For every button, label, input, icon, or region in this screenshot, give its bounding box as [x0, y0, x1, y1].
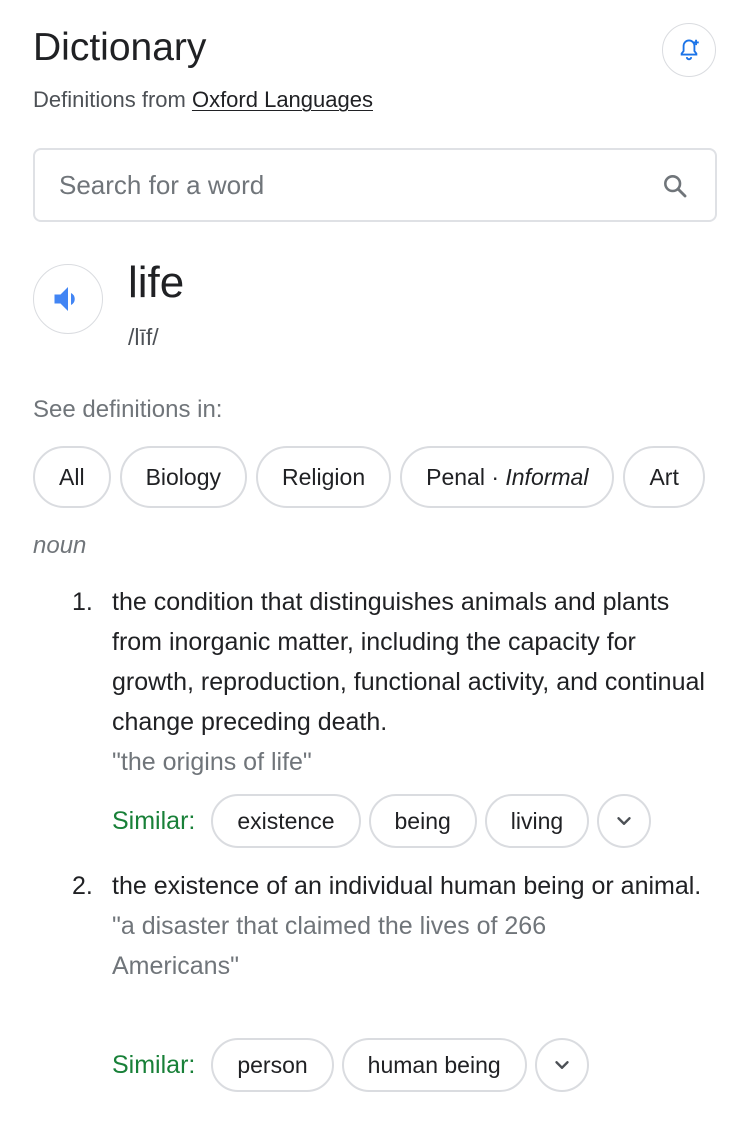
chip-label-register: Informal [505, 463, 589, 490]
definition-text: the condition that distinguishes animals… [112, 588, 705, 736]
synonym-chip[interactable]: existence [211, 794, 361, 848]
sense-number: 1. [72, 588, 93, 616]
sense-number: 2. [72, 872, 93, 900]
phonetic-spelling: /līf/ [128, 324, 159, 350]
similar-row-1: Similar: existence being living [112, 794, 652, 848]
similar-label: Similar: [112, 806, 196, 835]
sense-text: the condition that distinguishes animals… [112, 582, 712, 782]
chip-art[interactable]: Art [623, 446, 705, 508]
subtitle-prefix: Definitions from [33, 87, 192, 112]
dictionary-title: Dictionary [33, 26, 207, 69]
synonym-chip[interactable]: living [484, 794, 590, 848]
dictionary-subtitle: Definitions from Oxford Languages [33, 86, 373, 114]
definition-filter-chips: All Biology Religion Penal · Informal Ar… [33, 446, 705, 508]
expand-synonyms-button[interactable] [597, 794, 652, 848]
headword: life [128, 258, 185, 307]
chip-label: Penal · [426, 463, 506, 490]
example-text: "the origins of life" [112, 748, 312, 776]
chip-label: Religion [282, 463, 366, 490]
similar-label: Similar: [112, 1050, 196, 1079]
part-of-speech: noun [33, 532, 87, 559]
synonym-chip[interactable]: human being [341, 1038, 527, 1092]
chip-penal-informal[interactable]: Penal · Informal [400, 446, 615, 508]
search-icon[interactable] [661, 172, 689, 200]
chip-biology[interactable]: Biology [119, 446, 247, 508]
chevron-down-icon [617, 817, 631, 825]
similar-row-2: Similar: person human being [112, 1038, 589, 1092]
pronunciation-audio-button[interactable] [33, 264, 103, 334]
search-input[interactable] [59, 150, 639, 220]
synonym-chip[interactable]: person [211, 1038, 334, 1092]
search-box[interactable] [33, 148, 717, 222]
create-alert-button[interactable] [662, 23, 716, 77]
synonym-chip[interactable]: being [368, 794, 477, 848]
chip-religion[interactable]: Religion [256, 446, 392, 508]
chevron-down-icon [554, 1061, 569, 1069]
definition-text: the existence of an individual human bei… [112, 872, 702, 900]
chip-all[interactable]: All [33, 446, 111, 508]
speaker-icon [54, 287, 75, 311]
chip-label: Art [649, 463, 679, 490]
example-text: "a disaster that claimed the lives of 26… [112, 912, 547, 980]
chip-label: All [59, 463, 85, 490]
sense-text: the existence of an individual human bei… [112, 866, 712, 986]
oxford-languages-link[interactable]: Oxford Languages [192, 87, 373, 112]
bell-plus-icon [680, 39, 699, 61]
chip-label: Biology [145, 463, 221, 490]
see-definitions-label: See definitions in: [33, 396, 223, 423]
expand-synonyms-button[interactable] [534, 1038, 589, 1092]
